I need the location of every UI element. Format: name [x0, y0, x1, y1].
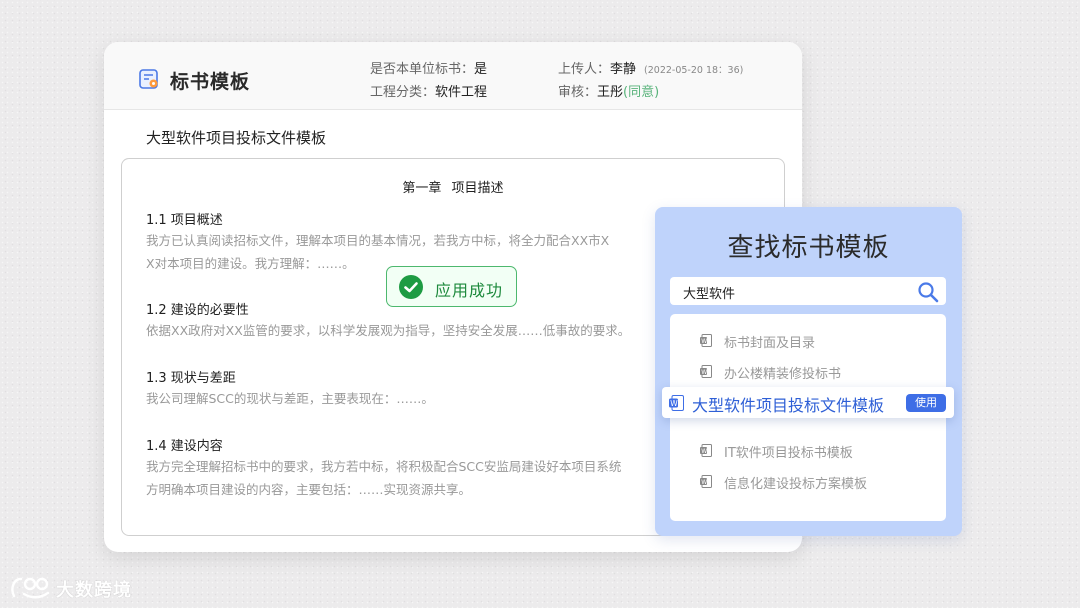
section-body: 依据XX政府对XX监管的要求，以科学发展观为指导，坚持安全发展……低事故的要求。	[146, 319, 630, 342]
result-item-selected[interactable]: W 大型软件项目投标文件模板 使用	[662, 387, 954, 418]
section-line: 我方已认真阅读招标文件，理解本项目的基本情况，若我方中标，将全力配合XX市X	[146, 233, 610, 248]
page-title: 标书模板	[170, 71, 251, 93]
category-label: 工程分类：	[370, 85, 436, 100]
section-line: 方明确本项目建设的内容，主要包括：……实现资源共享。	[146, 482, 472, 497]
svg-text:W: W	[670, 399, 678, 408]
search-icon[interactable]	[916, 280, 940, 304]
card-header: 标书模板 是否本单位标书：是 工程分类：软件工程 上传人：李静 (2022-05-…	[104, 42, 802, 110]
toast-label: 应用成功	[435, 281, 504, 300]
section-body: 我方完全理解招标书中的要求，我方若中标，将积极配合SCC安监局建设好本项目系统 …	[146, 455, 621, 501]
result-label: 信息化建设投标方案模板	[724, 477, 868, 492]
use-template-button[interactable]: 使用	[906, 394, 946, 412]
svg-text:W: W	[701, 338, 707, 345]
word-doc-icon: W	[700, 334, 712, 347]
section-heading: 1.1 项目概述	[146, 213, 223, 228]
section-line: 依据XX政府对XX监管的要求，以科学发展观为指导，坚持安全发展……低事故的要求。	[146, 323, 631, 338]
result-label: 办公楼精装修投标书	[724, 367, 842, 382]
word-doc-icon: W	[700, 444, 712, 457]
is-unit-bid-label: 是否本单位标书：	[370, 62, 475, 77]
bid-document-icon	[139, 69, 158, 89]
is-unit-bid-field: 是否本单位标书：是	[370, 58, 487, 77]
word-doc-icon: W	[669, 395, 684, 411]
reviewer-field: 审核：王彤(同意)	[558, 81, 659, 100]
section-body: 我公司理解SCC的现状与差距，主要表现在：……。	[146, 387, 434, 410]
check-circle-icon	[399, 275, 423, 299]
brand-logo-mark-icon	[11, 577, 50, 599]
word-doc-icon: W	[700, 365, 712, 378]
search-template-panel: 查找标书模板 大型软件 W 标书封面及目录 W 办公楼精装修投标书 W IT软件…	[655, 207, 962, 536]
section-line: 我公司理解SCC的现状与差距，主要表现在：……。	[146, 391, 434, 406]
review-status: (同意)	[623, 85, 660, 100]
result-label: 大型软件项目投标文件模板	[692, 396, 885, 415]
category-field: 工程分类：软件工程	[370, 81, 487, 100]
is-unit-bid-value: 是	[474, 62, 488, 77]
reviewer-label: 审核：	[558, 85, 598, 100]
panel-title: 查找标书模板	[727, 233, 890, 263]
upload-time: (2022-05-20 18：36)	[644, 65, 744, 76]
word-doc-icon: W	[700, 475, 712, 488]
search-query: 大型软件	[683, 287, 736, 302]
reviewer-value: 王彤	[597, 85, 624, 100]
svg-text:W: W	[701, 448, 707, 455]
section-line: 我方完全理解招标书中的要求，我方若中标，将积极配合SCC安监局建设好本项目系统	[146, 459, 622, 474]
chapter-heading: 第一章 项目描述	[402, 181, 504, 196]
uploader-value: 李静	[610, 62, 637, 77]
brand-name: 大数跨境	[56, 580, 132, 601]
document-title: 大型软件项目投标文件模板	[146, 129, 327, 147]
uploader-label: 上传人：	[558, 62, 611, 77]
search-input[interactable]: 大型软件	[670, 277, 946, 305]
section-line: X对本项目的建设。我方理解：……。	[146, 256, 355, 271]
category-value: 软件工程	[435, 85, 488, 100]
result-label: IT软件项目投标书模板	[724, 446, 853, 461]
success-toast: 应用成功	[386, 266, 517, 307]
section-heading: 1.3 现状与差距	[146, 371, 236, 386]
section-heading: 1.4 建设内容	[146, 439, 223, 454]
svg-text:W: W	[701, 369, 707, 376]
svg-text:W: W	[701, 479, 707, 486]
brand-logo: 大数跨境	[8, 572, 148, 602]
result-label: 标书封面及目录	[724, 336, 816, 351]
uploader-field: 上传人：李静 (2022-05-20 18：36)	[558, 58, 743, 77]
section-body: 我方已认真阅读招标文件，理解本项目的基本情况，若我方中标，将全力配合XX市X X…	[146, 229, 609, 275]
section-heading: 1.2 建设的必要性	[146, 303, 249, 318]
